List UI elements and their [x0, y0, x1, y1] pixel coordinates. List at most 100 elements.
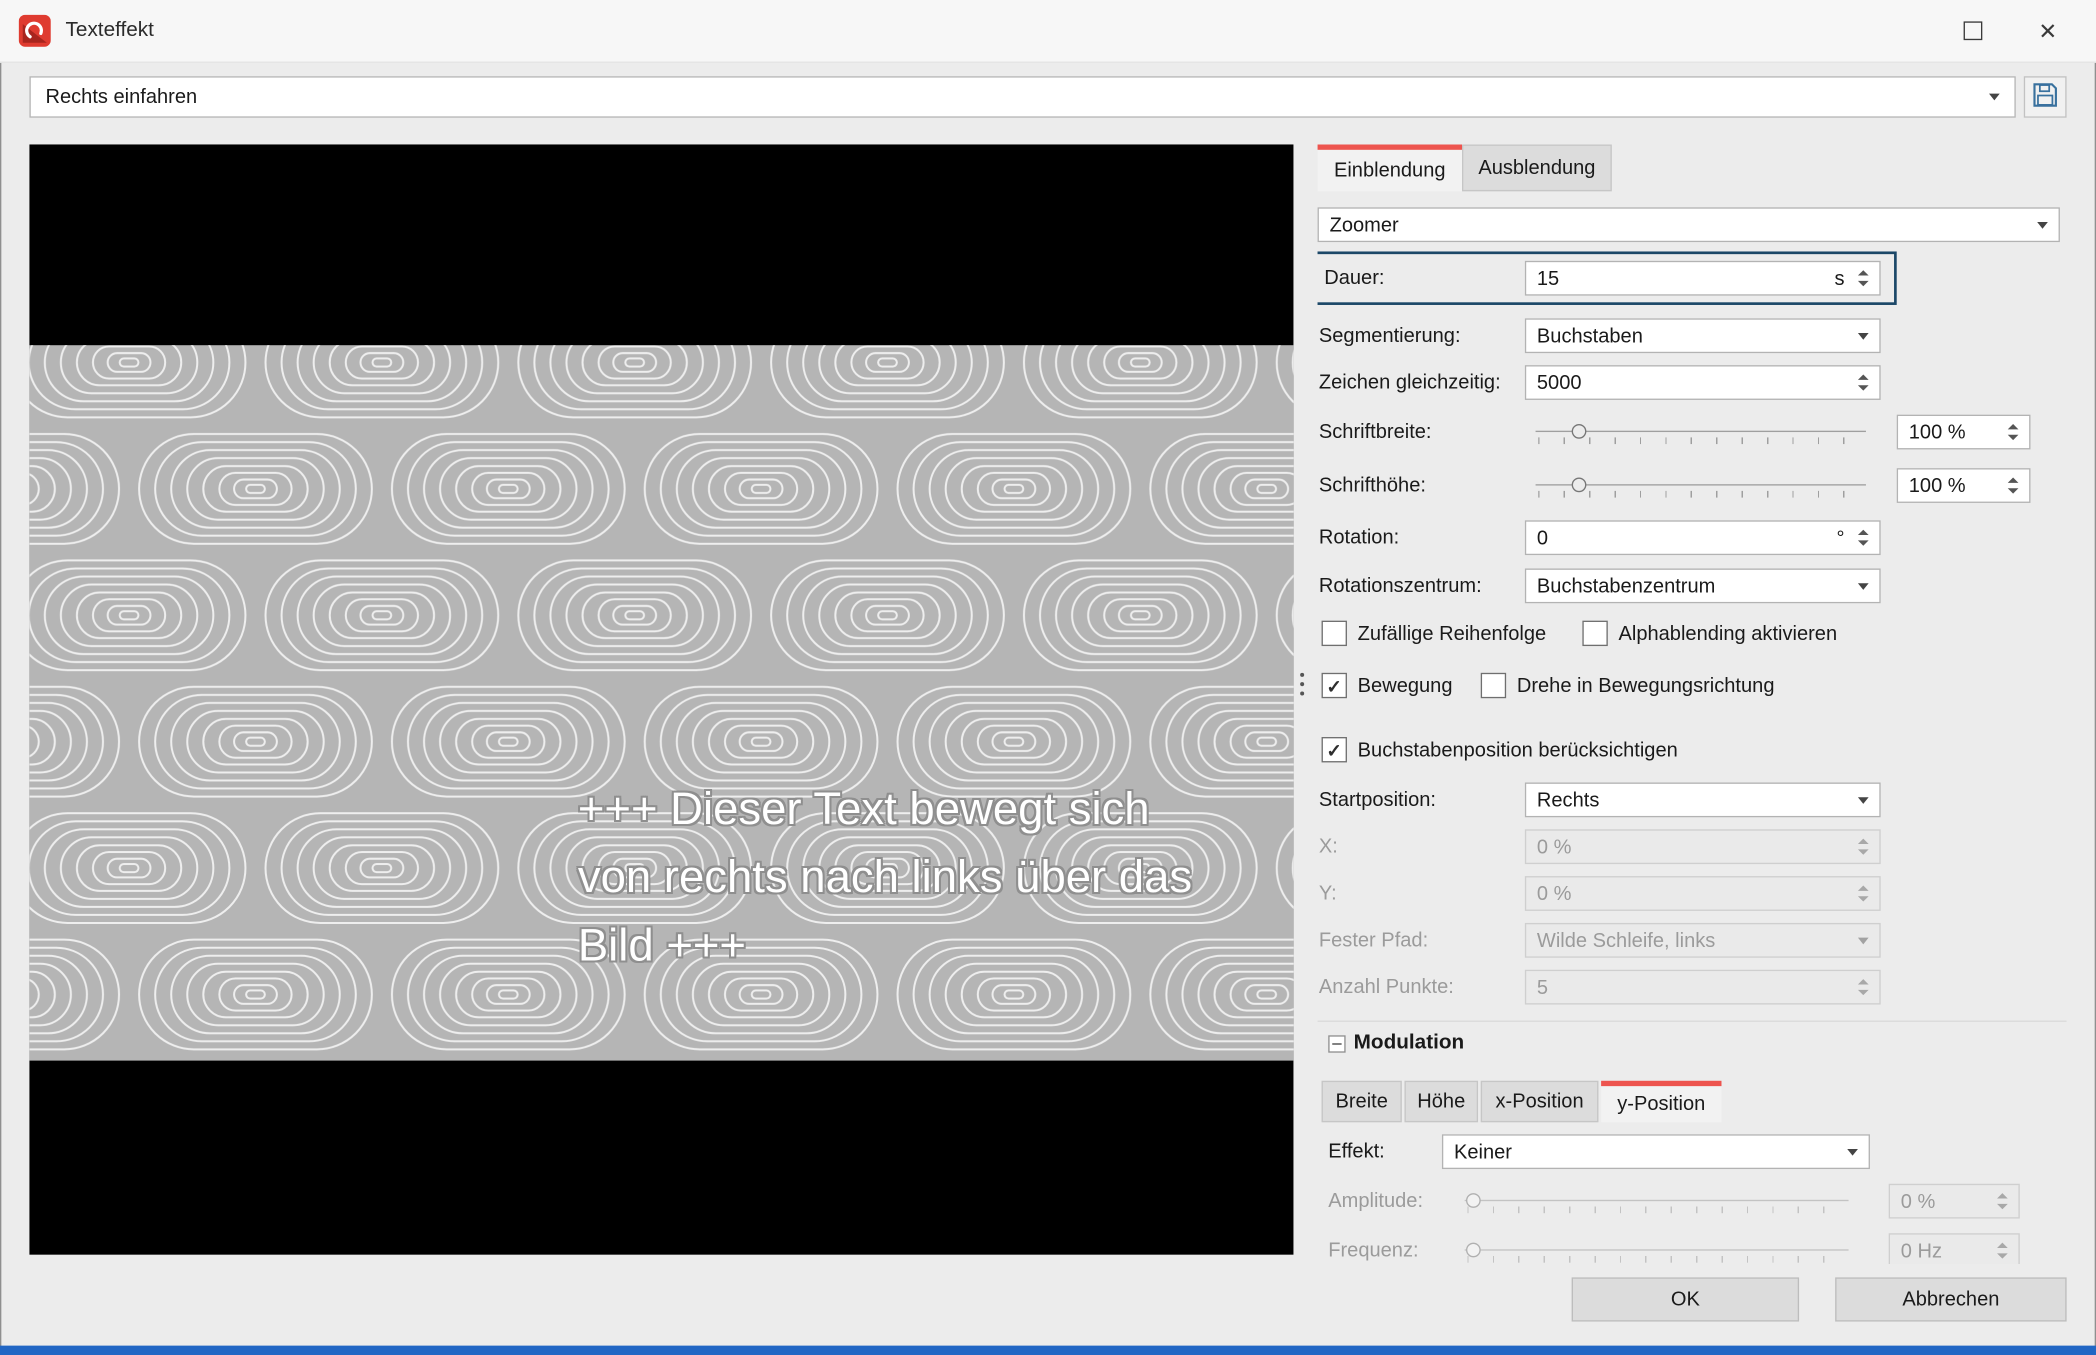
modtab-y-position[interactable]: y-Position	[1601, 1080, 1722, 1123]
close-icon: ✕	[2038, 18, 2058, 44]
drehe-checkbox[interactable]	[1480, 672, 1507, 699]
y-row: Y: 0 %	[1318, 876, 2067, 911]
segmentierung-dropdown[interactable]: Buchstaben	[1524, 318, 1881, 354]
alphablending-checkbox[interactable]	[1582, 620, 1608, 647]
schriftbreite-slider[interactable]	[1535, 415, 1866, 450]
startposition-row: Startposition: Rechts	[1318, 782, 2067, 818]
schriftbreite-row: Schriftbreite: 100 %	[1318, 414, 2067, 450]
fester-pfad-label: Fester Pfad:	[1318, 928, 1429, 952]
rotationszentrum-label: Rotationszentrum:	[1318, 574, 1482, 598]
modulation-title: Modulation	[1353, 1031, 1465, 1055]
collapse-icon[interactable]	[1328, 1035, 1346, 1053]
floppy-disk-icon	[2032, 82, 2059, 113]
effect-dropdown[interactable]: Zoomer	[1317, 207, 2060, 243]
chevron-down-icon	[1857, 796, 1869, 804]
caption-line: Bild +++	[577, 920, 747, 972]
app-logo-icon	[18, 14, 51, 47]
fester-pfad-dropdown-disabled: Wilde Schleife, links	[1524, 922, 1881, 958]
chevron-down-icon	[1857, 582, 1869, 590]
checkbox-row-2: ✓ Bewegung Drehe in Bewegungsrichtung	[1318, 669, 2067, 704]
rotationszentrum-dropdown[interactable]: Buchstabenzentrum	[1524, 568, 1881, 604]
caption-line: von rechts nach links über das	[577, 852, 1193, 903]
spinner-arrows[interactable]	[2007, 477, 2019, 494]
alphablending-label: Alphablending aktivieren	[1618, 622, 1838, 646]
chevron-down-icon	[1857, 332, 1869, 340]
modtab-hoehe[interactable]: Höhe	[1404, 1080, 1479, 1123]
amplitude-spinbox-disabled: 0 %	[1888, 1183, 2020, 1219]
spinner-arrows	[1857, 838, 1869, 855]
modtab-label: y-Position	[1617, 1092, 1706, 1116]
tab-einblendung[interactable]: Einblendung	[1317, 144, 1462, 192]
schriftbreite-label: Schriftbreite:	[1318, 420, 1432, 444]
save-preset-button[interactable]	[2023, 76, 2067, 118]
dauer-spinbox[interactable]: 15 s	[1524, 260, 1881, 296]
modtab-label: Höhe	[1417, 1090, 1466, 1113]
effekt-label: Effekt:	[1328, 1140, 1385, 1164]
spinner-arrows[interactable]	[2007, 424, 2019, 441]
panel-splitter-handle[interactable]	[1300, 672, 1305, 696]
zufaellige-reihenfolge-checkbox[interactable]	[1321, 620, 1347, 647]
schrifthoehe-row: Schrifthöhe: 100 %	[1318, 468, 2067, 503]
checkbox-row-3: ✓ Buchstabenposition berücksichtigen	[1318, 733, 2067, 768]
maximize-button[interactable]	[1936, 0, 2011, 62]
rotation-spinbox[interactable]: 0 °	[1524, 520, 1881, 556]
zeichen-row: Zeichen gleichzeitig: 5000	[1318, 365, 2067, 400]
modtab-label: x-Position	[1495, 1090, 1584, 1113]
scale-wrapper: Texteffekt ✕ Rechts einfahren +++ Dieser…	[0, 0, 2096, 1355]
x-row: X: 0 %	[1318, 829, 2067, 865]
bewegung-checkbox[interactable]: ✓	[1321, 672, 1347, 699]
effekt-dropdown[interactable]: Keiner	[1441, 1134, 1870, 1170]
amplitude-slider-disabled	[1464, 1184, 1849, 1219]
chevron-down-icon	[1989, 93, 2000, 101]
cancel-button-label: Abbrechen	[1902, 1288, 2000, 1311]
amplitude-label: Amplitude:	[1328, 1189, 1424, 1213]
schrifthoehe-spinbox[interactable]: 100 %	[1896, 468, 2031, 503]
preset-dropdown[interactable]: Rechts einfahren	[29, 76, 2016, 118]
y-spinbox-disabled: 0 %	[1524, 876, 1881, 911]
anzahl-punkte-label: Anzahl Punkte:	[1318, 975, 1454, 999]
modtab-x-position[interactable]: x-Position	[1480, 1080, 1599, 1123]
rotation-row: Rotation: 0 °	[1318, 520, 2067, 556]
anzahl-punkte-row: Anzahl Punkte: 5	[1318, 969, 2067, 1005]
modulation-header: Modulation	[1318, 1027, 2067, 1059]
segmentierung-row: Segmentierung: Buchstaben	[1318, 318, 2067, 354]
bewegung-label: Bewegung	[1357, 674, 1453, 698]
checkbox-row-1: Zufällige Reihenfolge Alphablending akti…	[1318, 617, 2067, 652]
rotationszentrum-row: Rotationszentrum: Buchstabenzentrum	[1318, 568, 2067, 604]
spinner-arrows	[1857, 885, 1869, 902]
close-button[interactable]: ✕	[2010, 0, 2085, 62]
schrifthoehe-slider[interactable]	[1535, 468, 1866, 503]
anzahl-punkte-spinbox-disabled: 5	[1524, 969, 1881, 1005]
x-label: X:	[1318, 835, 1338, 859]
preset-row: Rechts einfahren	[29, 76, 2067, 119]
frequenz-label: Frequenz:	[1328, 1239, 1419, 1263]
effect-dropdown-value: Zoomer	[1329, 213, 1399, 237]
zeichen-spinbox[interactable]: 5000	[1524, 365, 1881, 400]
fester-pfad-row: Fester Pfad: Wilde Schleife, links	[1318, 922, 2067, 958]
modtab-breite[interactable]: Breite	[1321, 1080, 1402, 1123]
tab-label: Einblendung	[1333, 159, 1446, 182]
y-label: Y:	[1318, 882, 1337, 905]
spinner-arrows[interactable]	[1857, 374, 1869, 391]
zufaellige-reihenfolge-label: Zufällige Reihenfolge	[1357, 622, 1547, 646]
window-controls: ✕	[1936, 0, 2086, 62]
titlebar: Texteffekt ✕	[0, 0, 2096, 63]
spinner-arrows[interactable]	[1857, 529, 1869, 546]
startposition-dropdown[interactable]: Rechts	[1524, 782, 1881, 818]
drehe-label: Drehe in Bewegungsrichtung	[1516, 674, 1775, 698]
ok-button[interactable]: OK	[1571, 1277, 1800, 1322]
schriftbreite-spinbox[interactable]: 100 %	[1896, 414, 2031, 450]
spinner-arrows[interactable]	[1857, 270, 1869, 287]
zeichen-label: Zeichen gleichzeitig:	[1318, 371, 1501, 394]
segmentierung-label: Segmentierung:	[1318, 324, 1461, 348]
startposition-label: Startposition:	[1318, 788, 1436, 812]
buchstabenposition-checkbox[interactable]: ✓	[1321, 737, 1347, 763]
buchstabenposition-label: Buchstabenposition berücksichtigen	[1357, 739, 1678, 762]
effekt-row: Effekt: Keiner	[1318, 1134, 2067, 1170]
caption-line: +++ Dieser Text bewegt sich	[577, 783, 1150, 835]
tab-label: Ausblendung	[1478, 156, 1596, 180]
cancel-button[interactable]: Abbrechen	[1835, 1277, 2067, 1322]
rotation-label: Rotation:	[1318, 526, 1400, 550]
dauer-value: 15	[1536, 266, 1560, 290]
tab-ausblendung[interactable]: Ausblendung	[1461, 144, 1612, 192]
